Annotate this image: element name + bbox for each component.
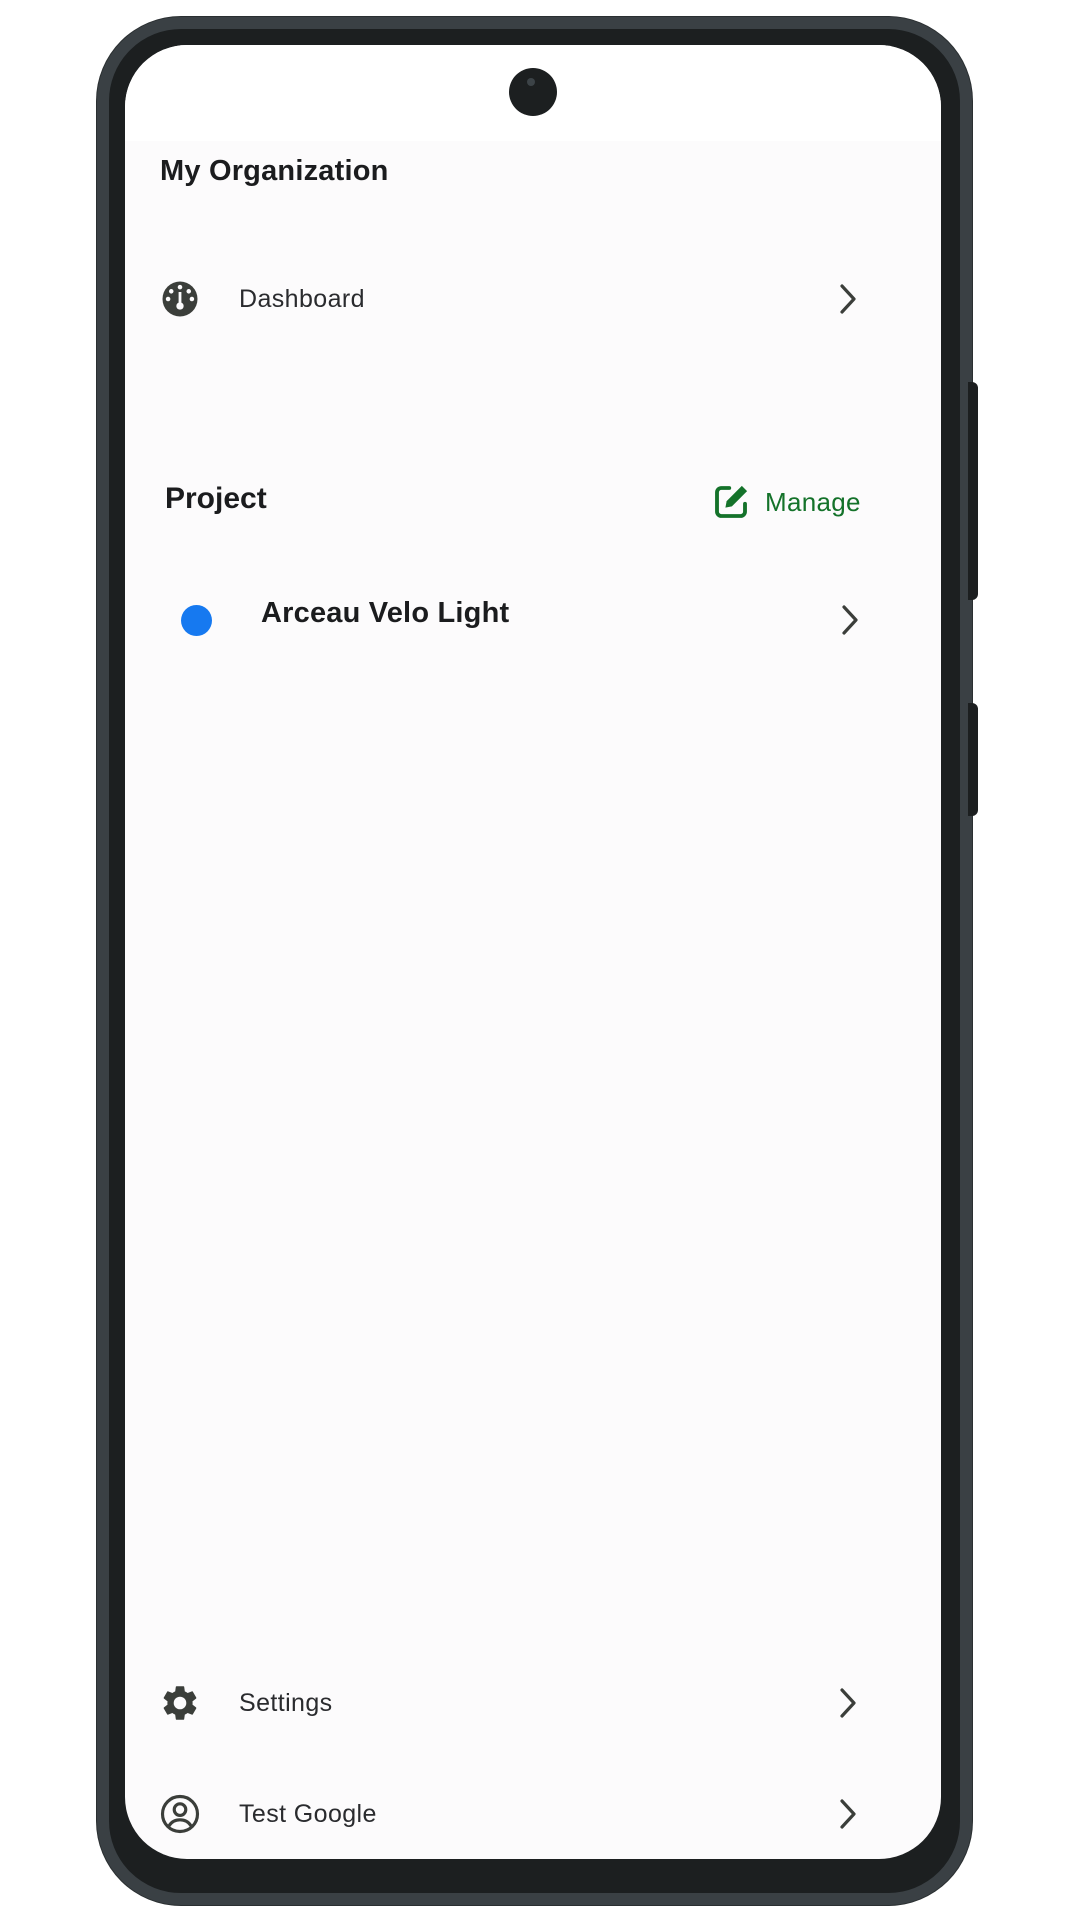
navigation-drawer: My Organization Dashboard Project Manage…	[125, 45, 941, 1859]
project-item[interactable]: Arceau Velo Light	[125, 575, 941, 665]
project-section-heading: Project	[165, 482, 267, 515]
settings-label: Settings	[239, 1688, 333, 1717]
manage-label: Manage	[765, 486, 861, 517]
volume-button	[968, 703, 978, 816]
chevron-right-icon	[833, 281, 863, 317]
gear-icon	[158, 1681, 202, 1725]
settings-item[interactable]: Settings	[125, 1658, 941, 1748]
chevron-right-icon	[833, 1796, 863, 1832]
dashboard-item[interactable]: Dashboard	[125, 254, 941, 344]
chevron-right-icon	[833, 1685, 863, 1721]
account-circle-icon	[158, 1792, 202, 1836]
edit-icon	[709, 480, 753, 524]
manage-projects-button[interactable]: Manage	[705, 475, 865, 529]
dashboard-gauge-icon	[158, 277, 202, 321]
project-name: Arceau Velo Light	[261, 597, 510, 629]
power-button	[968, 382, 978, 600]
account-item[interactable]: Test Google	[125, 1769, 941, 1859]
chevron-right-icon	[835, 602, 865, 638]
project-color-dot	[181, 605, 212, 636]
organization-title: My Organization	[160, 155, 389, 187]
account-label: Test Google	[239, 1799, 377, 1828]
front-camera	[509, 68, 557, 116]
dashboard-label: Dashboard	[239, 284, 365, 313]
